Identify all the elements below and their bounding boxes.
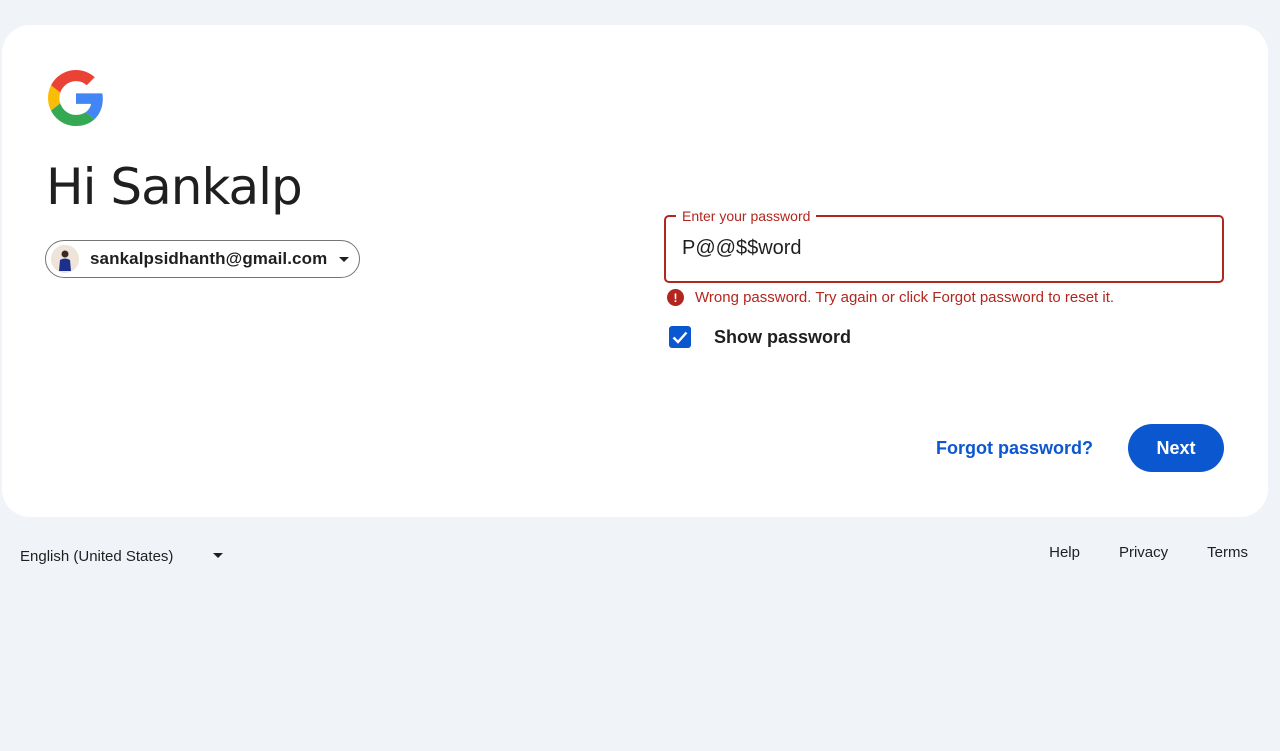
password-error: ! Wrong password. Try again or click For… bbox=[667, 289, 1114, 306]
next-button[interactable]: Next bbox=[1128, 424, 1224, 472]
sign-in-card: Hi Sankalp sankalpsidhanth@gmail.com Ent… bbox=[2, 25, 1268, 517]
account-chooser-button[interactable]: sankalpsidhanth@gmail.com bbox=[45, 240, 360, 278]
account-email: sankalpsidhanth@gmail.com bbox=[90, 249, 328, 268]
forgot-password-link[interactable]: Forgot password? bbox=[922, 424, 1107, 472]
profile-photo-icon bbox=[51, 245, 79, 273]
language-label: English (United States) bbox=[20, 547, 174, 565]
chevron-down-icon bbox=[213, 553, 223, 558]
language-select[interactable]: English (United States) bbox=[20, 544, 228, 568]
password-field-label: Enter your password bbox=[676, 207, 817, 225]
footer: English (United States) Help Privacy Ter… bbox=[0, 538, 1280, 574]
google-logo-icon bbox=[48, 70, 103, 126]
page-title: Hi Sankalp bbox=[46, 158, 303, 216]
help-link[interactable]: Help bbox=[1049, 544, 1080, 561]
password-field: Enter your password bbox=[664, 207, 1224, 283]
show-password-label[interactable]: Show password bbox=[714, 327, 851, 348]
chevron-down-icon bbox=[339, 256, 350, 262]
error-icon: ! bbox=[667, 289, 684, 306]
avatar bbox=[51, 245, 79, 273]
privacy-link[interactable]: Privacy bbox=[1119, 544, 1168, 561]
footer-links: Help Privacy Terms bbox=[1049, 544, 1248, 561]
show-password-row: Show password bbox=[669, 326, 851, 348]
terms-link[interactable]: Terms bbox=[1207, 544, 1248, 561]
checkmark-icon bbox=[672, 331, 688, 344]
password-input[interactable] bbox=[682, 228, 1202, 268]
show-password-checkbox[interactable] bbox=[669, 326, 691, 348]
password-error-text: Wrong password. Try again or click Forgo… bbox=[695, 289, 1115, 306]
